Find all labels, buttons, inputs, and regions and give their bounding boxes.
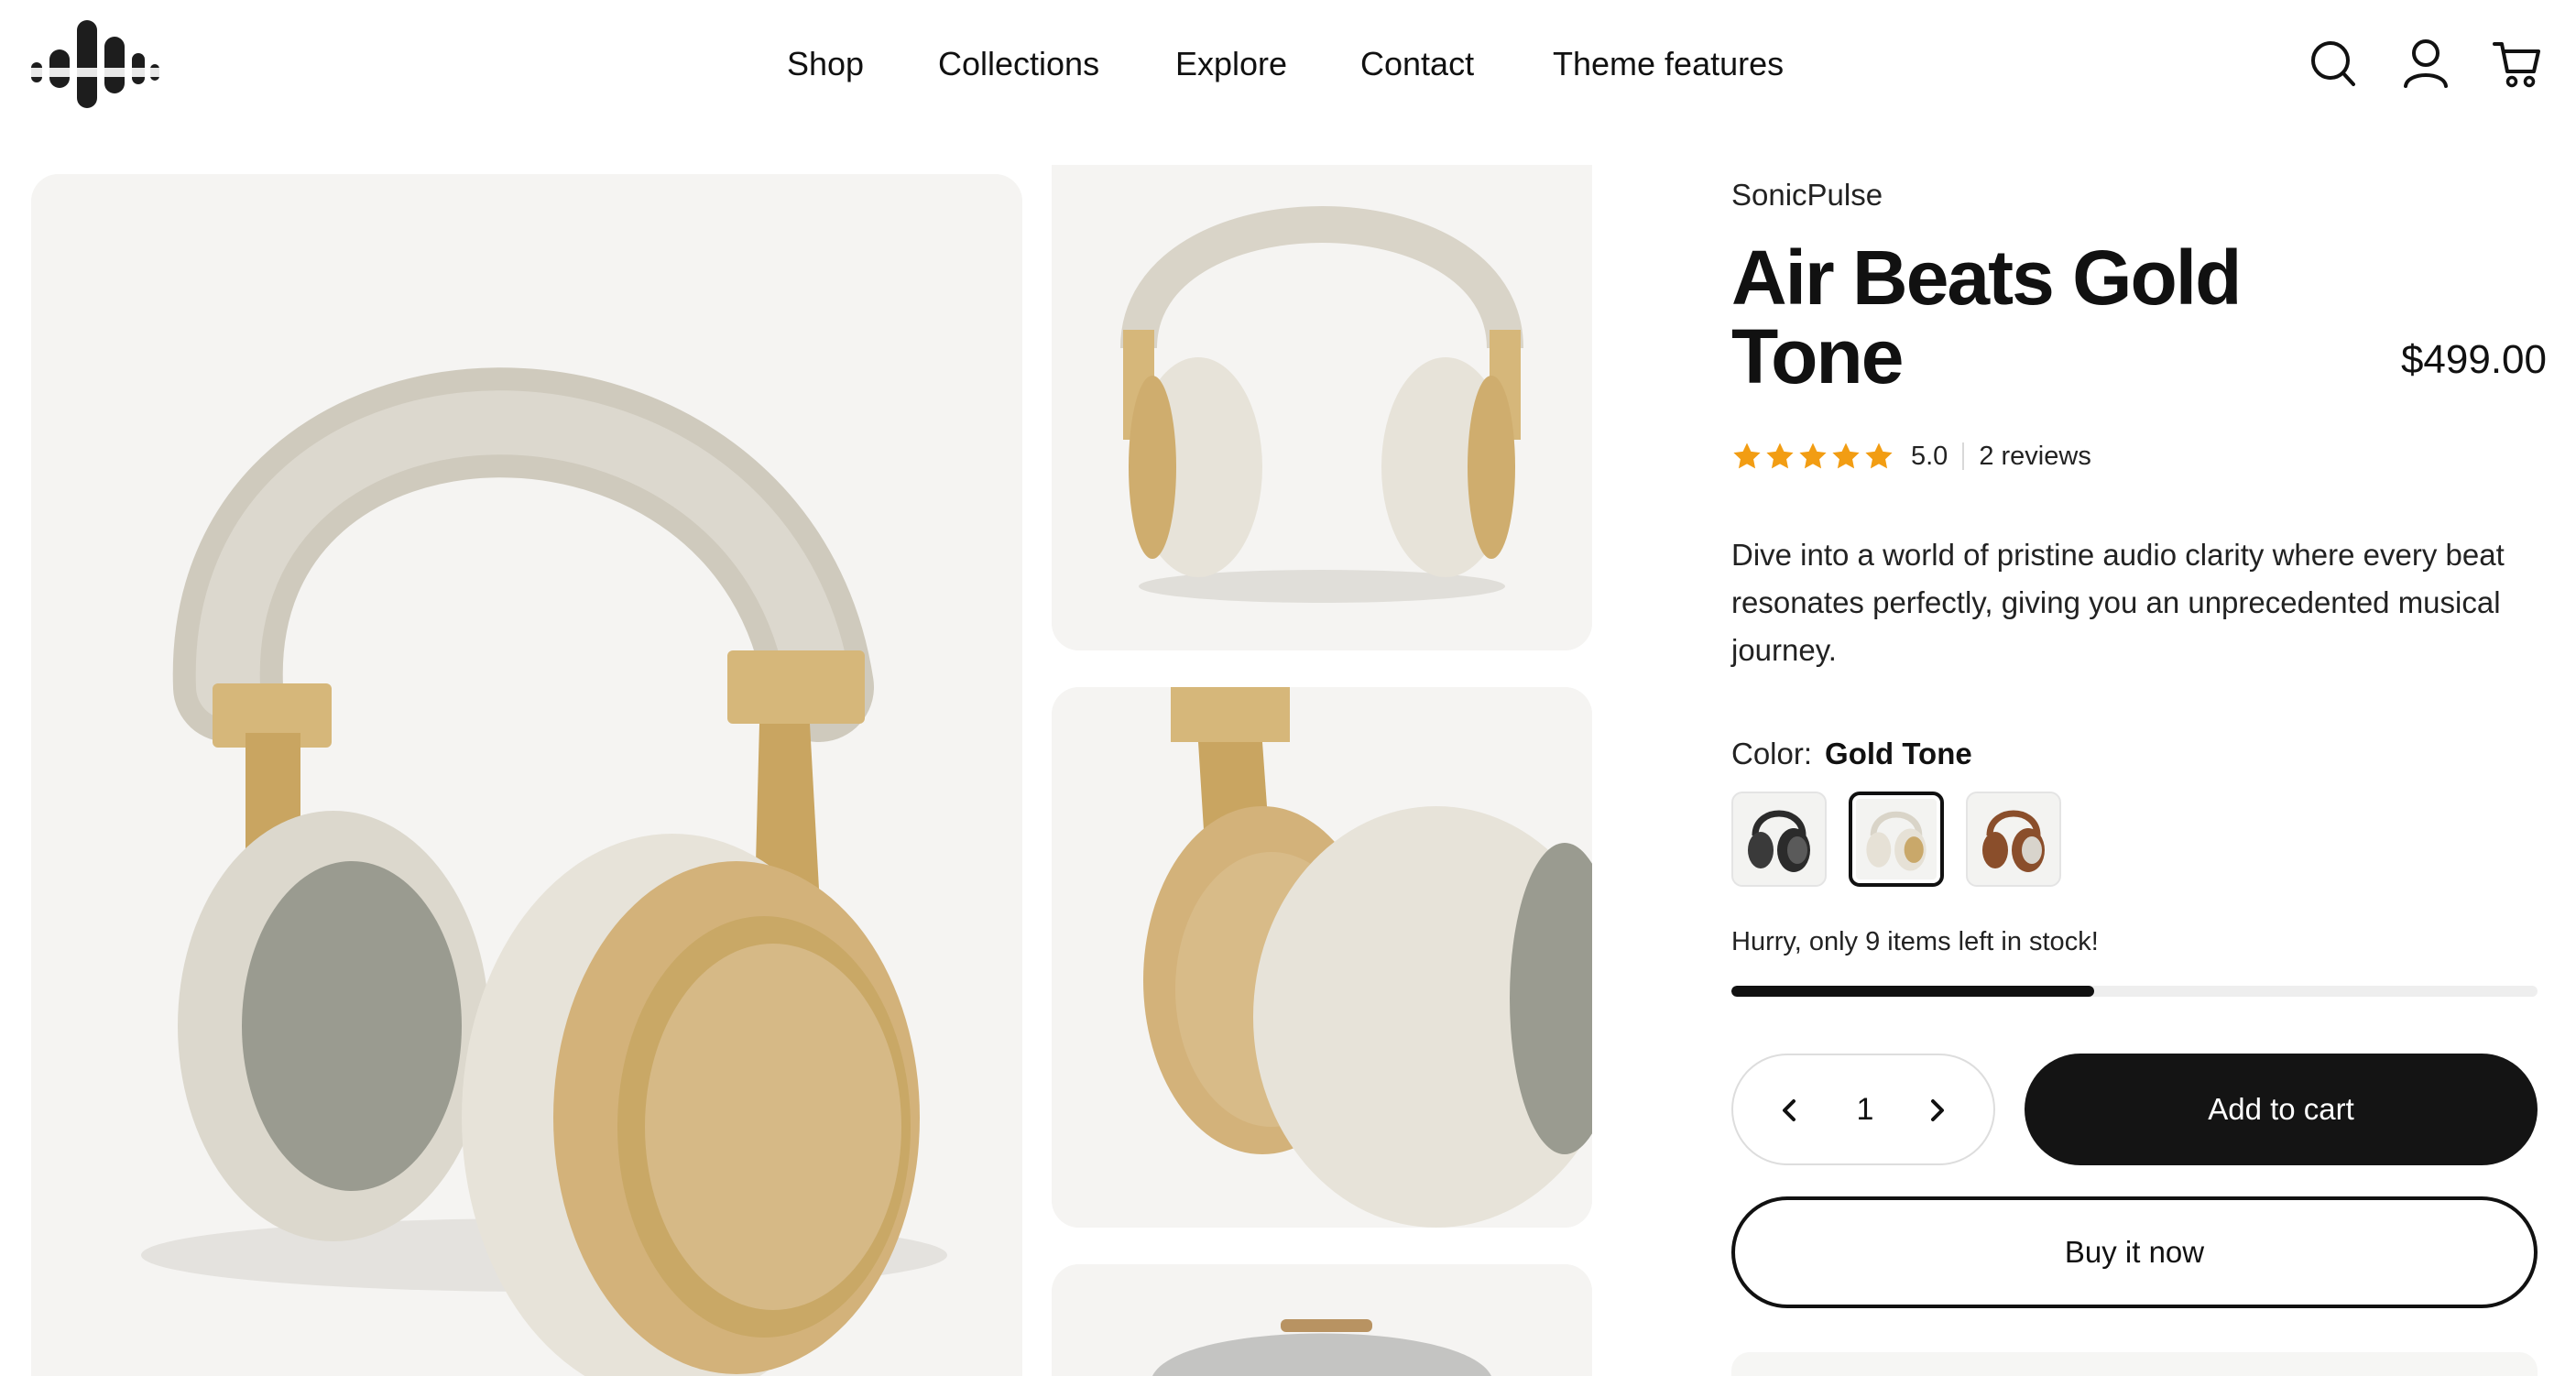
star-icon <box>1733 442 1761 469</box>
product-rating: 5.0 2 reviews <box>1731 436 2091 476</box>
product-vendor[interactable]: SonicPulse <box>1731 178 1883 213</box>
product-image-thumb-case[interactable] <box>1052 1264 1592 1376</box>
add-to-cart-button[interactable]: Add to cart <box>2025 1054 2538 1165</box>
black-headphones-thumb <box>1748 810 1810 872</box>
chevron-left-icon <box>1783 1099 1796 1121</box>
quantity-stepper <box>1731 1054 1995 1165</box>
product-description: Dive into a world of pristine audio clar… <box>1731 538 2505 667</box>
cart-button[interactable] <box>2492 35 2543 90</box>
stock-level-bar <box>1731 986 2538 997</box>
product-image-thumb-closeup[interactable] <box>1052 687 1592 1228</box>
site-header: Shop Collections Explore Contact Theme f… <box>0 0 2576 137</box>
swatch-black[interactable] <box>1731 792 1827 887</box>
account-icon <box>2404 39 2448 88</box>
quantity-input[interactable] <box>1819 1055 1911 1163</box>
star-icon <box>1865 442 1893 469</box>
nav-shop[interactable]: Shop <box>787 38 864 90</box>
nav-theme-features[interactable]: Theme features <box>1553 38 1784 90</box>
stock-message: Hurry, only 9 items left in stock! <box>1731 927 2099 956</box>
headphones-case-image <box>1052 1264 1592 1376</box>
stock-level-fill <box>1731 986 2094 997</box>
cart-icon <box>2493 42 2540 88</box>
nav-explore[interactable]: Explore <box>1175 38 1287 90</box>
chevron-right-icon <box>1931 1099 1944 1121</box>
swatch-gold-tone[interactable] <box>1849 792 1944 887</box>
search-icon <box>2311 41 2355 86</box>
reviews-link[interactable]: 2 reviews <box>1979 442 2091 472</box>
pickup-availability-panel <box>1731 1352 2538 1376</box>
brown-headphones-thumb <box>1982 810 2045 872</box>
buy-now-button[interactable]: Buy it now <box>1731 1196 2538 1308</box>
gold-tone-headphones-thumb <box>1866 811 1927 871</box>
product-image-main[interactable] <box>31 174 1022 1376</box>
star-icon <box>1799 442 1827 469</box>
quantity-decrease-button[interactable] <box>1766 1087 1814 1134</box>
swatch-brown[interactable] <box>1966 792 2061 887</box>
quantity-increase-button[interactable] <box>1913 1087 1960 1134</box>
star-icon <box>1766 442 1794 469</box>
headphones-closeup-image <box>1052 687 1592 1228</box>
product-price: $499.00 <box>2400 337 2547 382</box>
rating-divider <box>1962 442 1965 470</box>
rating-value: 5.0 <box>1911 441 1948 471</box>
nav-contact[interactable]: Contact <box>1360 38 1474 90</box>
product-title: Air Beats Gold Tone <box>1731 235 2242 399</box>
color-option-label: Color: Gold Tone <box>1731 737 1972 771</box>
search-button[interactable] <box>2307 35 2358 90</box>
star-icon <box>1832 442 1860 469</box>
main-nav: Shop Collections Explore Contact Theme f… <box>0 38 2576 90</box>
product-image-thumb-front[interactable] <box>1052 165 1592 650</box>
rating-stars <box>1731 441 1894 472</box>
nav-collections[interactable]: Collections <box>938 38 1099 90</box>
headphones-image <box>31 174 1022 1376</box>
headphones-front-image <box>1052 165 1592 650</box>
account-button[interactable] <box>2400 35 2451 90</box>
color-label: Color: <box>1731 737 1813 770</box>
selected-color-value: Gold Tone <box>1825 737 1972 770</box>
